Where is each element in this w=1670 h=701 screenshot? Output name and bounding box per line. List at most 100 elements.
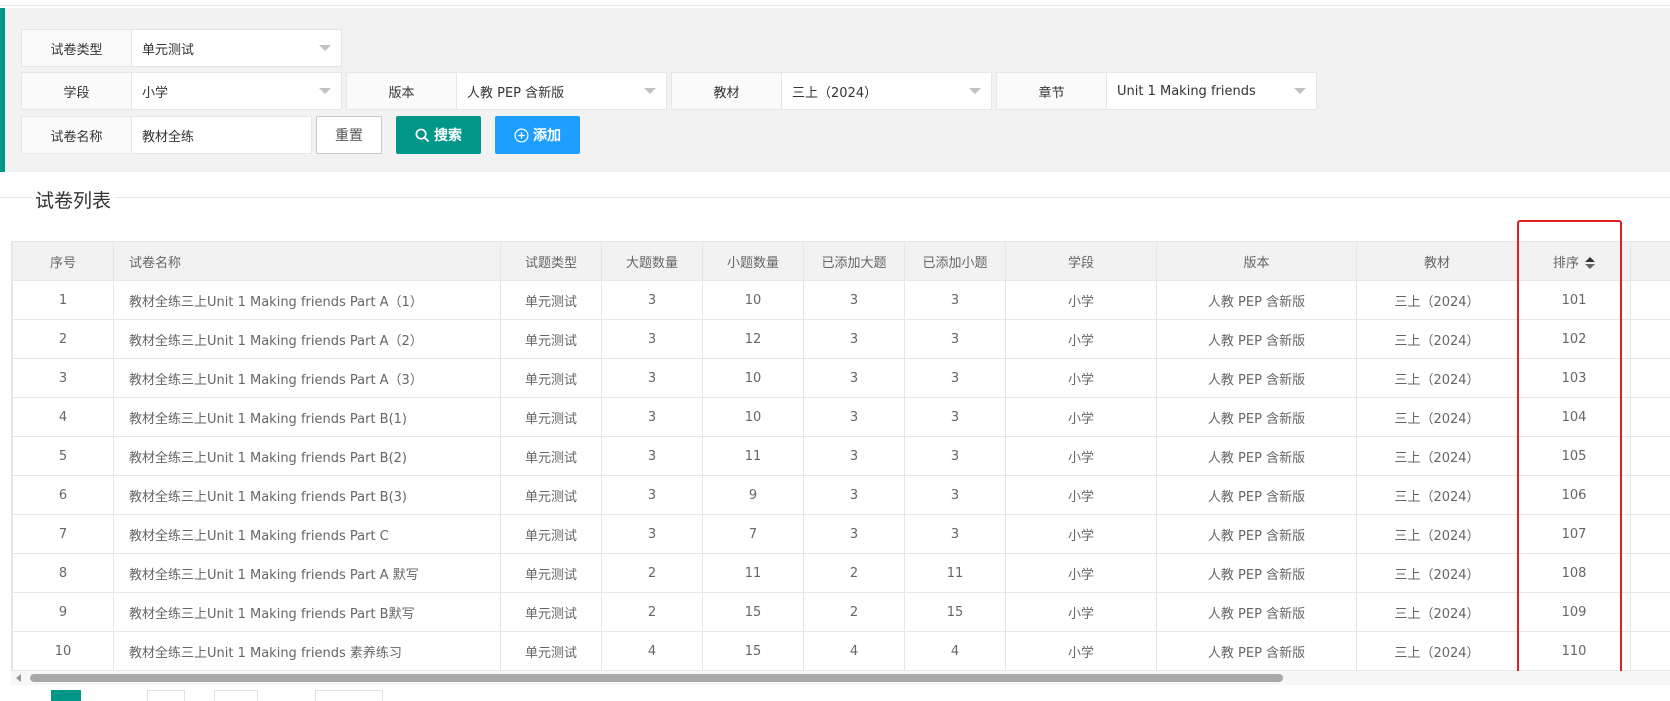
- cell-index: 4: [12, 397, 114, 437]
- cell-big-count: 3: [601, 514, 703, 554]
- chevron-down-icon: [319, 88, 331, 94]
- cell-added-small: 11: [904, 553, 1006, 593]
- cell-edition: 人教 PEP 含新版: [1156, 475, 1357, 515]
- cell-index: 3: [12, 358, 114, 398]
- col-header-sort[interactable]: 排序: [1517, 241, 1631, 281]
- cell-edition: 人教 PEP 含新版: [1156, 631, 1357, 671]
- paper-name-input[interactable]: 教材全练: [132, 117, 311, 153]
- cell-type: 单元测试: [500, 319, 602, 359]
- page-size-input[interactable]: [214, 690, 258, 701]
- col-header-index: 序号: [12, 241, 114, 281]
- current-page-button[interactable]: [51, 690, 81, 701]
- chevron-down-icon: [1294, 88, 1306, 94]
- cell-name: 教材全练三上Unit 1 Making friends Part A（2）: [113, 319, 501, 359]
- sort-icon[interactable]: [1585, 257, 1595, 269]
- cell-edition: 人教 PEP 含新版: [1156, 592, 1357, 632]
- cell-textbook: 三上（2024）: [1356, 475, 1518, 515]
- cell-type: 单元测试: [500, 553, 602, 593]
- cell-sort: 104: [1517, 397, 1631, 437]
- textbook-value[interactable]: 三上（2024）: [782, 73, 991, 109]
- cell-added-small: 15: [904, 592, 1006, 632]
- table-row[interactable]: 9 教材全练三上Unit 1 Making friends Part B默写 单元测…: [12, 592, 1670, 632]
- cell-textbook: 三上（2024）: [1356, 319, 1518, 359]
- cell-added-small: 3: [904, 319, 1006, 359]
- cell-sort: 106: [1517, 475, 1631, 515]
- edition-select[interactable]: 版本 人教 PEP 含新版: [346, 72, 667, 110]
- table-row[interactable]: 5 教材全练三上Unit 1 Making friends Part B(2) 单元…: [12, 436, 1670, 476]
- cell-sort: 105: [1517, 436, 1631, 476]
- cell-added-big: 2: [803, 592, 905, 632]
- chevron-down-icon: [319, 45, 331, 51]
- cell-textbook: 三上（2024）: [1356, 280, 1518, 320]
- cell-added-big: 4: [803, 631, 905, 671]
- add-button[interactable]: 添加: [495, 116, 580, 154]
- cell-type: 单元测试: [500, 280, 602, 320]
- search-icon: [415, 128, 430, 142]
- cell-name: 教材全练三上Unit 1 Making friends Part A 默写: [113, 553, 501, 593]
- cell-big-count: 3: [601, 319, 703, 359]
- cell-edition: 人教 PEP 含新版: [1156, 397, 1357, 437]
- search-button[interactable]: 搜索: [396, 116, 481, 154]
- cell-type: 单元测试: [500, 514, 602, 554]
- cell-index: 1: [12, 280, 114, 320]
- cell-textbook: 三上（2024）: [1356, 592, 1518, 632]
- cell-stage: 小学: [1005, 436, 1157, 476]
- paper-type-value[interactable]: 单元测试: [132, 30, 341, 66]
- table-row[interactable]: 7 教材全练三上Unit 1 Making friends Part C 单元测试 3…: [12, 514, 1670, 554]
- cell-textbook: 三上（2024）: [1356, 397, 1518, 437]
- cell-edition: 人教 PEP 含新版: [1156, 436, 1357, 476]
- cell-textbook: 三上（2024）: [1356, 631, 1518, 671]
- cell-index: 2: [12, 319, 114, 359]
- table-row[interactable]: 2 教材全练三上Unit 1 Making friends Part A（2） 单元…: [12, 319, 1670, 359]
- cell-partial: [1630, 553, 1670, 593]
- cell-stage: 小学: [1005, 319, 1157, 359]
- col-header-big-count: 大题数量: [601, 241, 703, 281]
- paper-type-selected: 单元测试: [142, 42, 195, 58]
- table-header-row: 序号 试卷名称 试题类型 大题数量 小题数量 已添加大题 已添加小题 学段 版本…: [12, 241, 1670, 281]
- cell-index: 9: [12, 592, 114, 632]
- cell-small-count: 12: [702, 319, 804, 359]
- cell-added-small: 4: [904, 631, 1006, 671]
- chapter-label: 章节: [997, 73, 1107, 109]
- cell-added-big: 3: [803, 514, 905, 554]
- table-row[interactable]: 8 教材全练三上Unit 1 Making friends Part A 默写 单元…: [12, 553, 1670, 593]
- cell-type: 单元测试: [500, 358, 602, 398]
- cell-small-count: 10: [702, 358, 804, 398]
- chapter-select[interactable]: 章节 Unit 1 Making friends: [996, 72, 1317, 110]
- cell-index: 7: [12, 514, 114, 554]
- paper-table: 序号 试卷名称 试题类型 大题数量 小题数量 已添加大题 已添加小题 学段 版本…: [11, 241, 1670, 671]
- stage-select[interactable]: 学段 小学: [21, 72, 342, 110]
- horizontal-scrollbar[interactable]: [11, 671, 1670, 685]
- stage-value[interactable]: 小学: [132, 73, 341, 109]
- textbook-select[interactable]: 教材 三上（2024）: [671, 72, 992, 110]
- table-row[interactable]: 4 教材全练三上Unit 1 Making friends Part B(1) 单元…: [12, 397, 1670, 437]
- cell-added-small: 3: [904, 436, 1006, 476]
- cell-stage: 小学: [1005, 397, 1157, 437]
- cell-small-count: 15: [702, 592, 804, 632]
- page-size-select[interactable]: [315, 690, 383, 701]
- cell-name: 教材全练三上Unit 1 Making friends 素养练习: [113, 631, 501, 671]
- page-input[interactable]: [147, 690, 185, 701]
- table-row[interactable]: 1 教材全练三上Unit 1 Making friends Part A（1） 单元…: [12, 280, 1670, 320]
- scrollbar-thumb[interactable]: [30, 674, 1283, 682]
- cell-big-count: 2: [601, 553, 703, 593]
- cell-added-big: 3: [803, 436, 905, 476]
- table-row[interactable]: 10 教材全练三上Unit 1 Making friends 素养练习 单元测试 4 1…: [12, 631, 1670, 671]
- pagination: [11, 690, 511, 701]
- col-header-small-count: 小题数量: [702, 241, 804, 281]
- cell-stage: 小学: [1005, 514, 1157, 554]
- chapter-value[interactable]: Unit 1 Making friends: [1107, 73, 1316, 109]
- col-header-edition: 版本: [1156, 241, 1357, 281]
- paper-type-select[interactable]: 试卷类型 单元测试: [21, 29, 342, 67]
- edition-value[interactable]: 人教 PEP 含新版: [457, 73, 666, 109]
- cell-big-count: 3: [601, 397, 703, 437]
- reset-button[interactable]: 重置: [316, 116, 382, 154]
- table-row[interactable]: 3 教材全练三上Unit 1 Making friends Part A（3） 单元…: [12, 358, 1670, 398]
- textbook-label: 教材: [672, 73, 782, 109]
- cell-edition: 人教 PEP 含新版: [1156, 280, 1357, 320]
- cell-added-small: 3: [904, 475, 1006, 515]
- scroll-left-icon[interactable]: [16, 674, 21, 682]
- cell-added-small: 3: [904, 358, 1006, 398]
- cell-partial: [1630, 436, 1670, 476]
- table-row[interactable]: 6 教材全练三上Unit 1 Making friends Part B(3) 单元…: [12, 475, 1670, 515]
